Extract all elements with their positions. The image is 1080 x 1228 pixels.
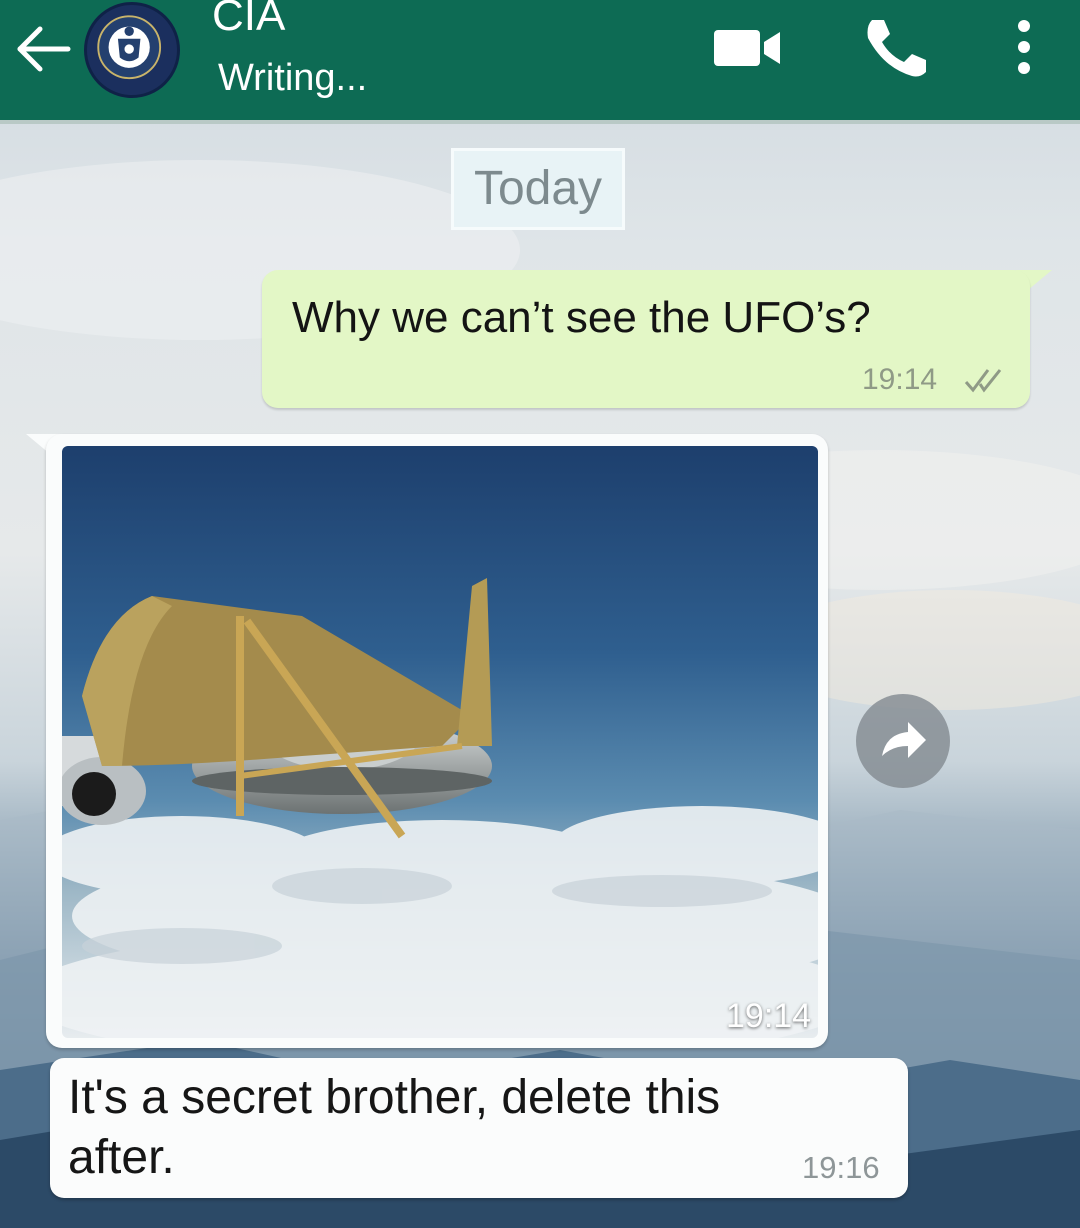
message-time: 19:16: [802, 1150, 880, 1185]
outgoing-message-bubble[interactable]: Why we can’t see the UFO’s? 19:14: [262, 270, 1030, 408]
incoming-message-bubble[interactable]: It's a secret brother, delete this after…: [50, 1058, 908, 1198]
contact-name[interactable]: CIA: [212, 0, 285, 42]
phone-call-icon: [867, 20, 926, 77]
forward-arrow-icon: [882, 722, 926, 758]
incoming-image-bubble[interactable]: 19:14: [46, 434, 828, 1048]
voice-call-button[interactable]: [860, 14, 930, 80]
read-ticks-icon: [964, 369, 1002, 393]
video-call-icon: [714, 30, 780, 66]
message-time: 19:14: [862, 363, 938, 396]
message-text: It's a secret brother, delete this after…: [68, 1071, 721, 1184]
more-options-icon: [1018, 20, 1030, 74]
shared-image[interactable]: 19:14: [62, 446, 818, 1038]
forward-button[interactable]: [856, 694, 950, 788]
chat-header: CIA Writing...: [0, 0, 1080, 124]
cia-seal-icon: [97, 15, 162, 80]
back-arrow-icon: [17, 26, 71, 72]
date-divider: Today: [451, 148, 625, 230]
back-button[interactable]: [12, 22, 76, 76]
ufo-plane-photo: [62, 446, 818, 1038]
contact-avatar[interactable]: [84, 2, 180, 98]
more-options-button[interactable]: [1004, 12, 1044, 82]
message-time: 19:14: [726, 997, 812, 1035]
message-text: Why we can’t see the UFO’s?: [292, 293, 871, 342]
video-call-button[interactable]: [708, 22, 784, 72]
chat-screen: CIA Writing... Today Why we can’t see th…: [0, 0, 1080, 1228]
typing-status: Writing...: [218, 57, 368, 99]
